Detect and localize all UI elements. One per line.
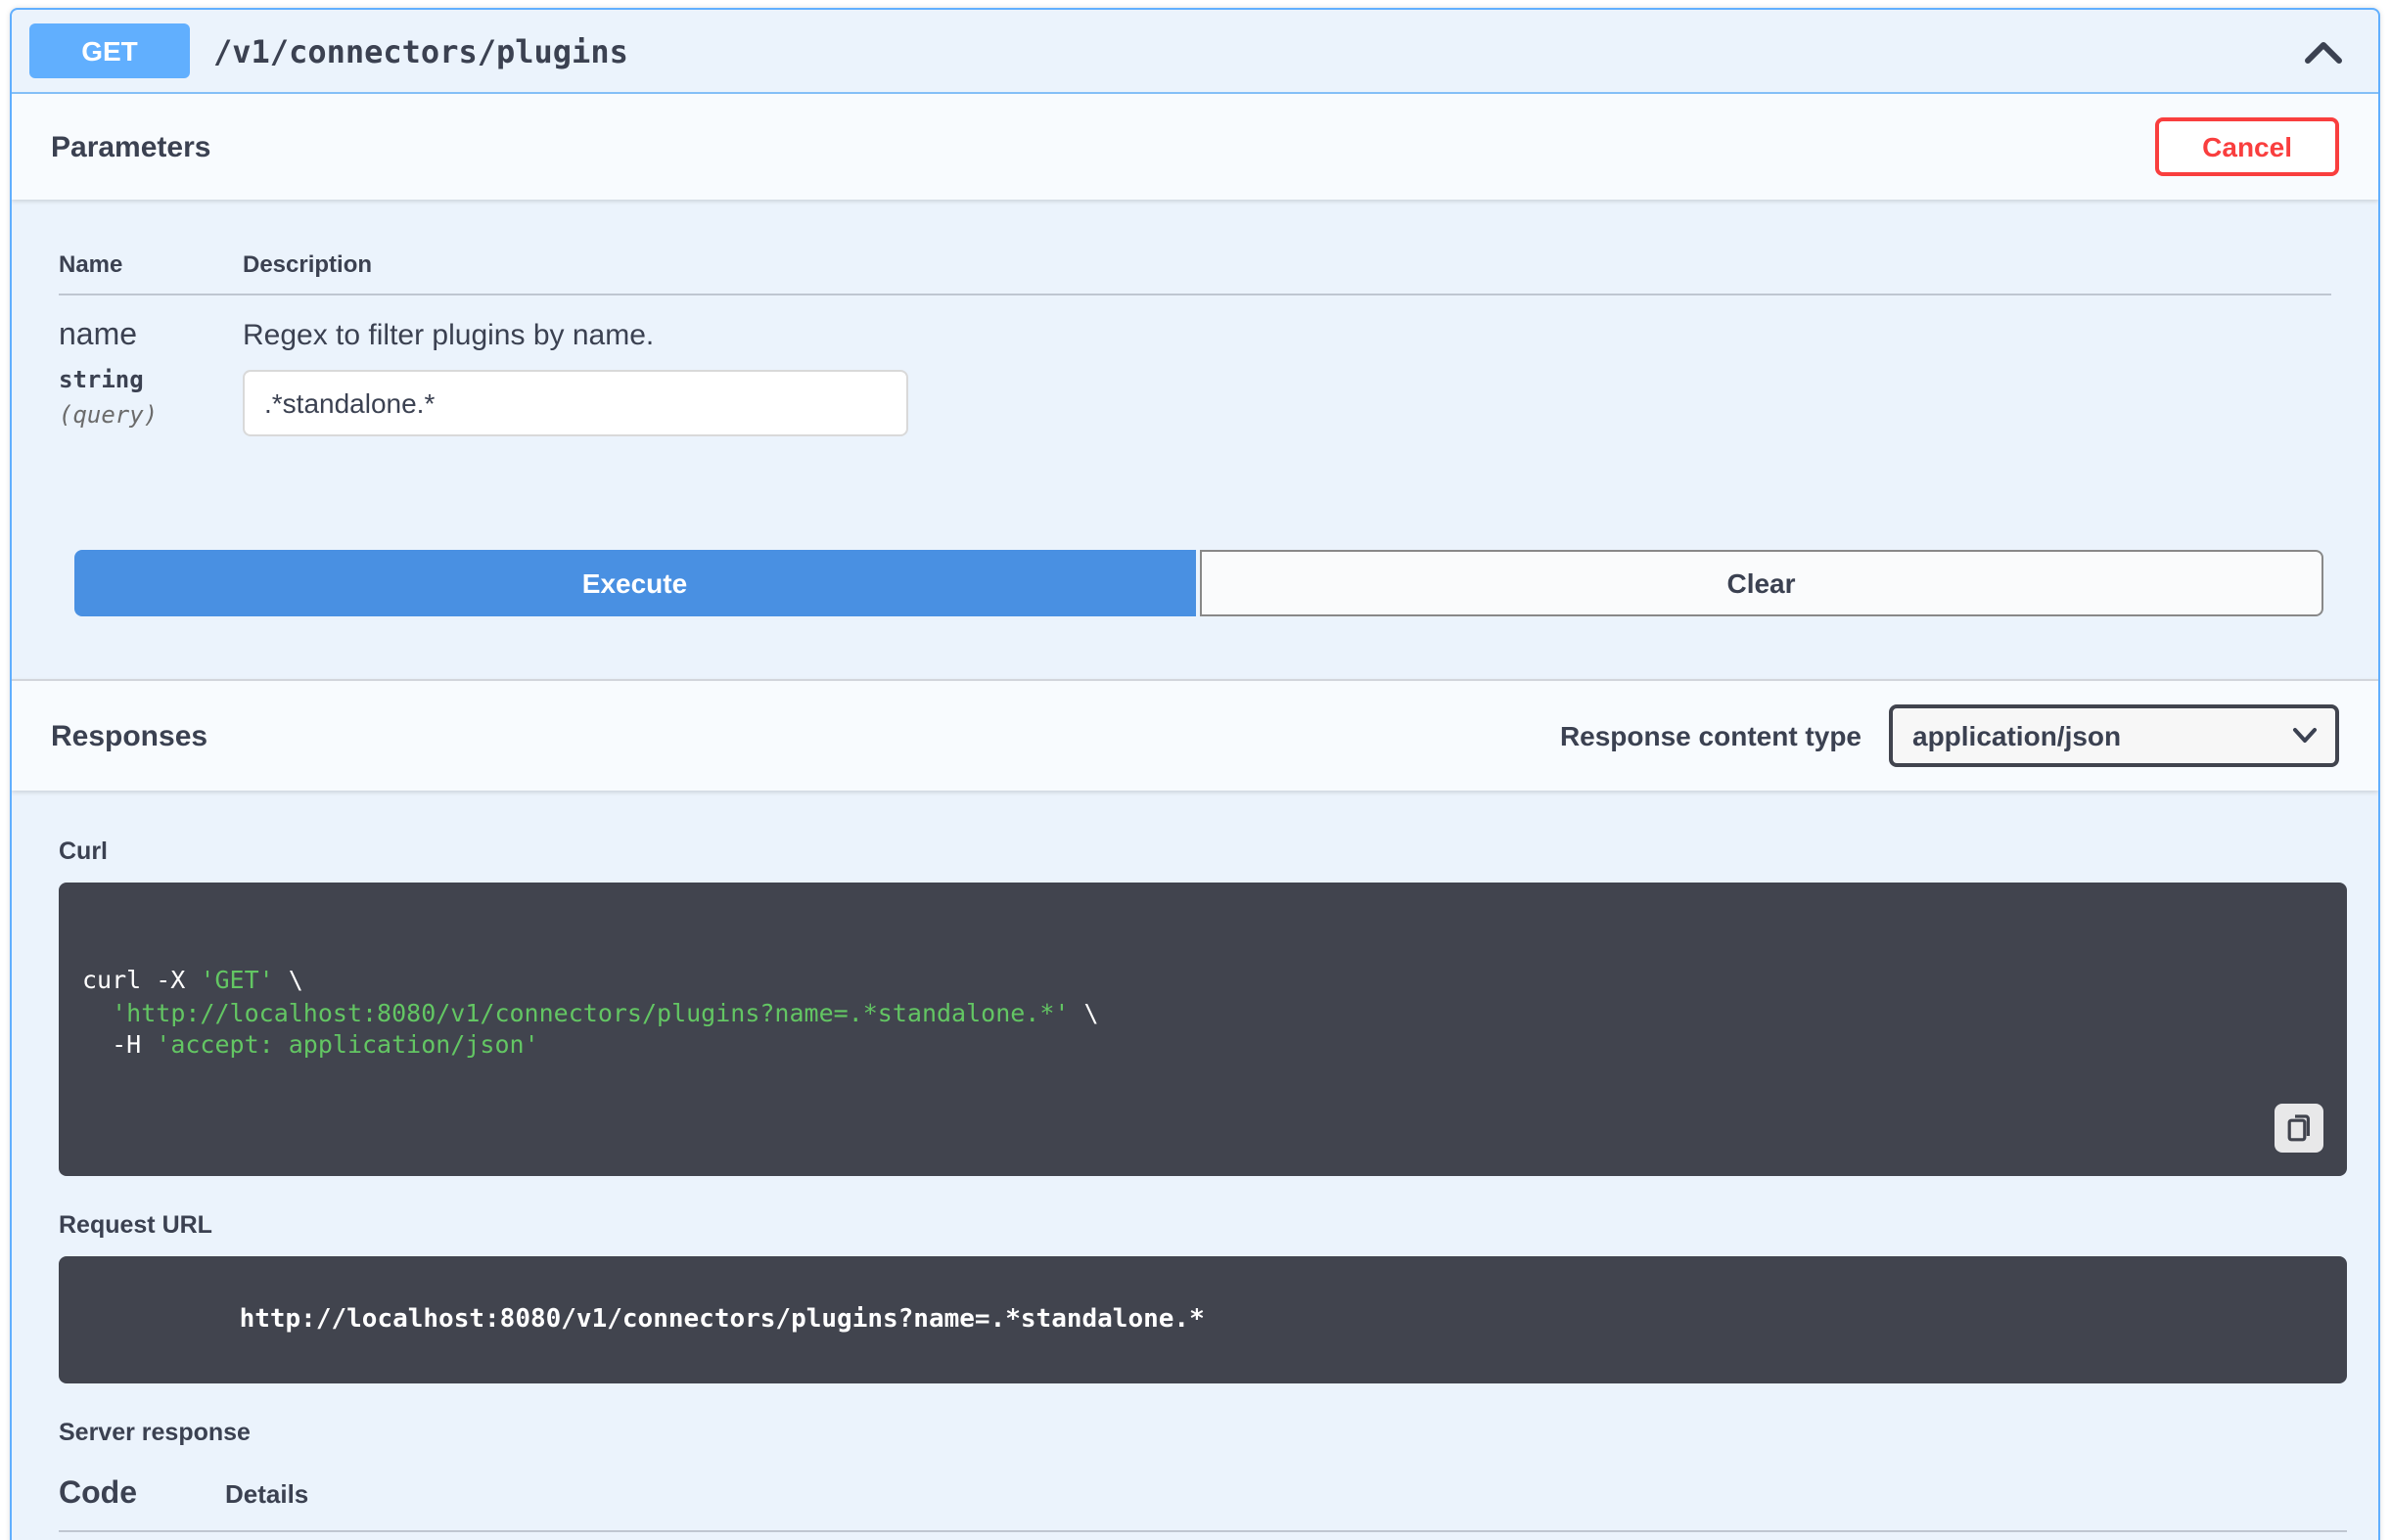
code-line: -H 'accept: application/json'	[82, 1029, 2323, 1062]
responses-content: Curl curl -X 'GET' \ 'http://localhost:8…	[12, 791, 2378, 1540]
collapse-button[interactable]	[2296, 29, 2351, 72]
clipboard-icon	[2286, 1113, 2312, 1143]
page: GET /v1/connectors/plugins Parameters Ca…	[0, 0, 2390, 1540]
param-description: Regex to filter plugins by name.	[243, 319, 2331, 352]
code-line: 'http://localhost:8080/v1/connectors/plu…	[82, 997, 2323, 1029]
parameters-table: Name Description name string (query) Reg…	[12, 200, 2378, 436]
param-in: (query)	[59, 401, 243, 429]
selected-content-type: application/json	[1912, 720, 2121, 751]
col-header-details: Details	[225, 1479, 308, 1509]
parameters-header: Parameters Cancel	[12, 94, 2378, 200]
request-url-value: http://localhost:8080/v1/connectors/plug…	[240, 1305, 1205, 1335]
param-name: name	[59, 319, 243, 354]
responses-header: Responses Response content type applicat…	[12, 679, 2378, 791]
responses-title: Responses	[51, 719, 207, 752]
request-url-label: Request URL	[59, 1211, 2347, 1239]
parameters-table-header: Name Description	[59, 250, 2331, 295]
param-type: string	[59, 366, 243, 393]
http-method-badge: GET	[29, 23, 190, 78]
cancel-button[interactable]: Cancel	[2155, 117, 2339, 176]
execute-row: Execute Clear	[74, 550, 2323, 616]
server-response-label: Server response	[59, 1419, 2347, 1446]
code-line: curl -X 'GET' \	[82, 965, 2323, 997]
execute-button[interactable]: Execute	[74, 550, 1195, 616]
col-header-code: Code	[59, 1477, 225, 1513]
parameter-description-cell: Regex to filter plugins by name.	[243, 319, 2331, 436]
server-response-table-header: Code Details	[59, 1477, 2347, 1532]
request-url: http://localhost:8080/v1/connectors/plug…	[59, 1256, 2347, 1383]
parameter-row: name string (query) Regex to filter plug…	[59, 295, 2331, 436]
endpoint-path: /v1/connectors/plugins	[213, 32, 628, 69]
chevron-up-icon	[2304, 37, 2343, 65]
content-type-label: Response content type	[1560, 720, 1861, 751]
curl-command: curl -X 'GET' \ 'http://localhost:8080/v…	[59, 883, 2347, 1176]
chevron-down-icon	[2292, 727, 2318, 745]
response-content-type-select[interactable]: application/json	[1889, 704, 2339, 767]
parameter-name-cell: name string (query)	[59, 319, 243, 436]
opblock-get: GET /v1/connectors/plugins Parameters Ca…	[10, 8, 2380, 1540]
clear-button[interactable]: Clear	[1199, 550, 2323, 616]
parameters-title: Parameters	[51, 130, 210, 163]
swagger-ui-page: GET /v1/connectors/plugins Parameters Ca…	[0, 0, 2390, 1540]
curl-label: Curl	[59, 838, 2347, 865]
content-type-group: Response content type application/json	[1560, 704, 2339, 767]
param-value-input[interactable]	[243, 370, 908, 436]
col-header-name: Name	[59, 250, 243, 278]
curl-code: curl -X 'GET' \ 'http://localhost:8080/v…	[82, 965, 2323, 1062]
copy-button[interactable]	[2275, 1104, 2323, 1153]
opblock-summary[interactable]: GET /v1/connectors/plugins	[12, 10, 2378, 94]
col-header-description: Description	[243, 250, 2331, 278]
